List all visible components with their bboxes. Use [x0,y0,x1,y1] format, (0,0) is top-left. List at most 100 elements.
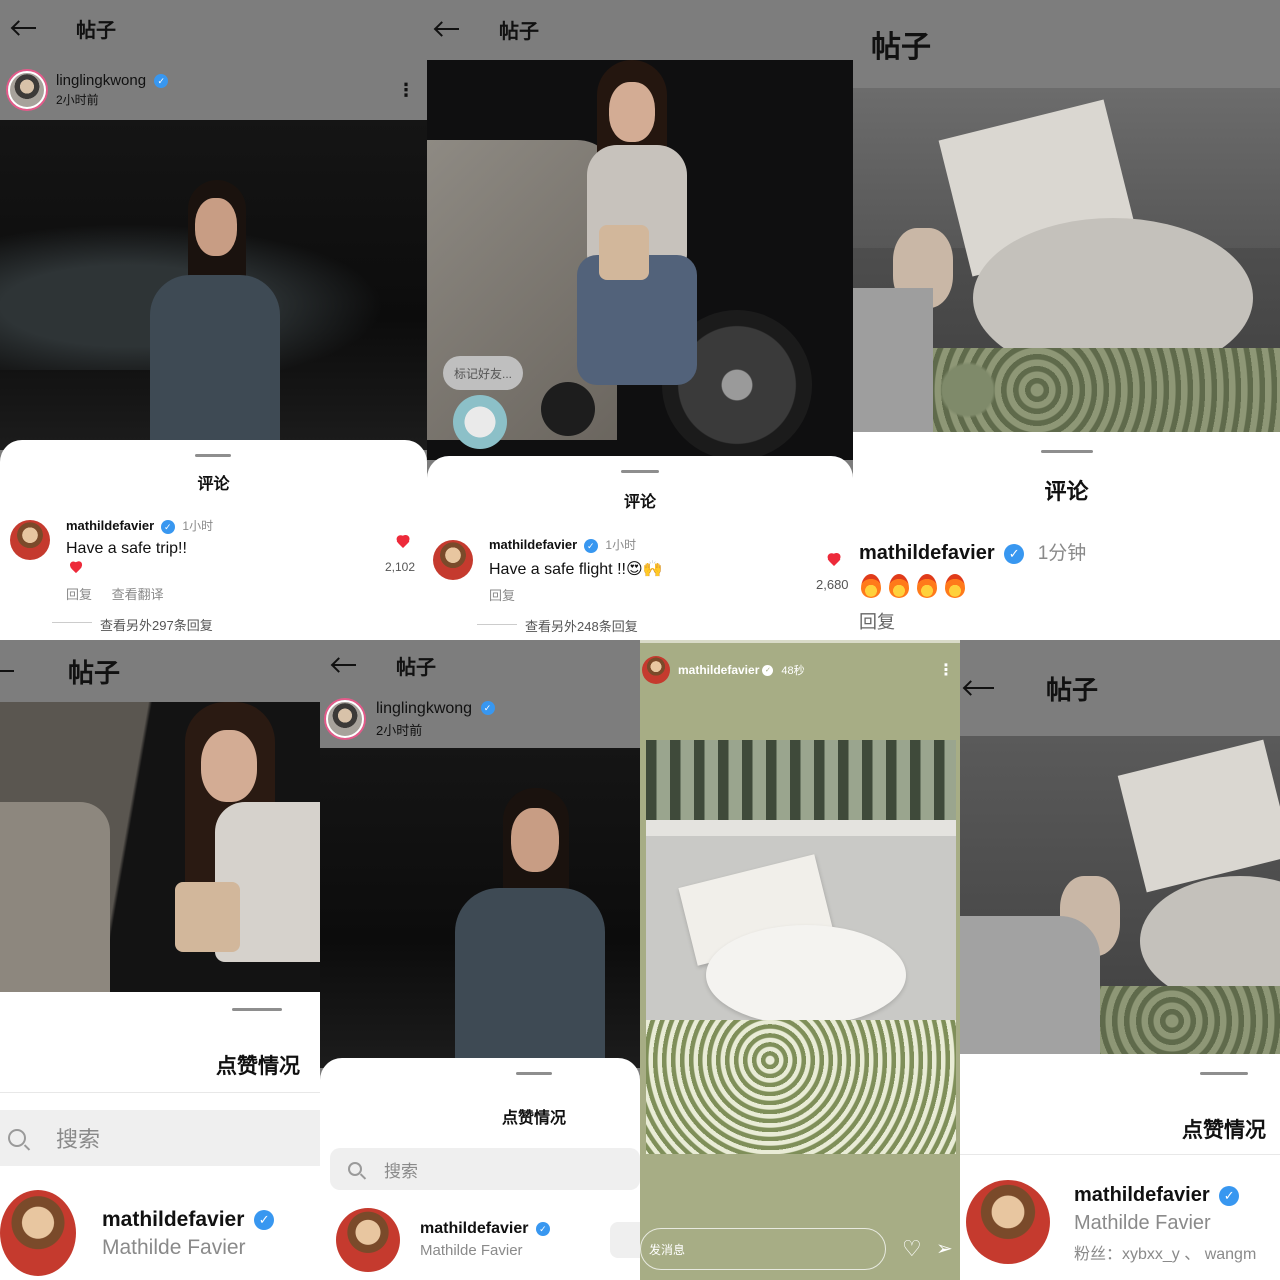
sheet-title: 评论 [197,476,230,493]
page-title: 帖子 [1046,674,1099,705]
liker-avatar[interactable] [336,1208,400,1272]
username[interactable]: linglingkwong [56,72,146,89]
commenter-avatar[interactable] [433,540,473,580]
likes-sheet: 点赞情况 mathildefavier ✓ Mathilde Favier 粉丝… [960,1054,1280,1280]
comments-sheet: 评论 mathildefavier ✓ 1分钟 回复 [853,432,1280,640]
verified-badge-icon: ✓ [154,74,169,89]
sheet-title: 点赞情况 [502,1110,567,1127]
tagged-avatar[interactable] [453,395,507,449]
reply-button[interactable]: 回复 [489,585,515,604]
send-icon[interactable]: ➢ [936,1236,953,1261]
verified-badge-icon: ✓ [762,664,774,676]
comment-like-heart-icon[interactable] [825,554,843,569]
search-placeholder: 搜索 [56,1127,101,1152]
page-title: 帖子 [396,656,436,679]
fire-emoji [945,574,965,598]
translate-button[interactable]: 查看翻译 [112,587,164,602]
story-photo [646,740,956,1154]
post-photo: 标记好友... [427,60,853,460]
story-time: 48秒 [781,665,805,677]
comment-time: 1小时 [182,519,214,533]
commenter-username[interactable]: mathildefavier [66,518,154,533]
tagged-avatar[interactable] [541,382,595,436]
back-arrow-icon[interactable] [435,21,459,37]
post-photo [320,748,640,1068]
heart-emoji [68,562,84,576]
search-input[interactable]: 搜索 [0,1110,320,1166]
panel-post-likes-2: 帖子 linglingkwong ✓ 2小时前 点赞情况 搜索 mathilde… [320,640,640,1280]
story-avatar[interactable] [642,656,670,684]
verified-badge-icon: ✓ [583,538,598,553]
avatar[interactable] [8,71,46,109]
panel-post-comments-3: 帖子 评论 mathildefavier ✓ 1分钟 回复 [853,0,1280,640]
likes-sheet: 点赞情况 搜索 mathildefavier ✓ Mathilde Favier [320,1058,640,1280]
liker-username[interactable]: mathildefavier [1074,1184,1210,1206]
post-photo [0,702,320,992]
story-header: mathildefavier ✓ 48秒 ⋮ [640,652,960,688]
sheet-title: 点赞情况 [216,1055,300,1078]
liker-fullname: Mathilde Favier [102,1236,246,1259]
message-input[interactable]: 发消息 [640,1228,886,1270]
fire-emoji [889,574,909,598]
sheet-handle[interactable] [1200,1072,1248,1075]
verified-badge-icon: ✓ [254,1210,275,1231]
panel-post-comments-2: 帖子 标记好友... 评论 mathildefavier ✓ 1小时 Have … [427,0,853,640]
liker-avatar[interactable] [0,1190,76,1276]
username[interactable]: linglingkwong [376,700,472,717]
page-title: 帖子 [68,657,121,688]
post-photo [0,120,427,450]
tag-friends-bubble[interactable]: 标记好友... [443,356,523,390]
search-placeholder: 搜索 [384,1161,418,1181]
heart-outline-icon[interactable]: ♡ [902,1236,922,1262]
back-arrow-icon[interactable] [12,20,36,36]
comment-time: 1分钟 [1037,543,1087,564]
liker-avatar[interactable] [966,1180,1050,1264]
reply-button[interactable]: 回复 [859,608,895,634]
story-username[interactable]: mathildefavier [678,663,759,677]
comment-time: 1小时 [605,538,637,552]
post-photo [853,88,1280,432]
comment-like-count: 2,102 [385,560,416,574]
sheet-handle[interactable] [516,1072,552,1075]
more-options-icon[interactable]: ⋮ [938,660,954,680]
liker-username[interactable]: mathildefavier [420,1220,528,1237]
sheet-title: 评论 [1044,479,1089,504]
avatar[interactable] [326,700,364,738]
sheet-handle[interactable] [1041,450,1093,453]
comment-text: Have a safe trip!! [66,540,187,557]
panel-story: mathildefavier ✓ 48秒 ⋮ 发消息 ♡ ➢ [640,640,960,1280]
search-input[interactable]: 搜索 [330,1148,640,1190]
sheet-handle[interactable] [232,1008,282,1011]
fire-emoji [861,574,881,598]
verified-badge-icon: ✓ [160,519,175,534]
like-heart-icon[interactable] [394,536,412,551]
post-photo [960,736,1280,1056]
page-title: 帖子 [871,31,931,64]
verified-badge-icon: ✓ [1219,1185,1240,1206]
verified-badge-icon: ✓ [1004,543,1025,564]
back-arrow-icon[interactable] [964,679,994,697]
back-arrow-icon[interactable] [332,657,356,673]
sheet-handle[interactable] [621,470,659,473]
liker-username[interactable]: mathildefavier [102,1208,244,1231]
fire-emoji [917,574,937,598]
commenter-username[interactable]: mathildefavier [859,542,995,564]
post-time: 2小时前 [56,93,99,107]
comment-like-count: 2,680 [816,577,849,592]
view-more-replies[interactable]: 查看另外248条回复 [525,616,638,635]
post-header: linglingkwong ✓ 2小时前 ⋮ [0,62,427,118]
page-title: 帖子 [76,19,116,42]
reply-button[interactable]: 回复 [66,587,92,602]
sheet-handle[interactable] [195,454,231,457]
commenter-avatar[interactable] [10,520,50,560]
verified-badge-icon: ✓ [480,701,495,716]
follow-button[interactable] [610,1222,640,1258]
commenter-username[interactable]: mathildefavier [489,537,577,552]
post-header: linglingkwong ✓ 2小时前 [320,692,640,746]
more-options-icon[interactable]: ⋮ [397,81,415,99]
panel-post-likes-1: 帖子 点赞情况 搜索 mathildefavier ✓ Mathilde Fav… [0,640,320,1280]
liker-fullname: Mathilde Favier [1074,1212,1211,1234]
view-more-replies[interactable]: 查看另外297条回复 [100,615,213,634]
verified-badge-icon: ✓ [535,1221,550,1236]
comments-sheet: 评论 mathildefavier ✓ 1小时 Have a safe flig… [427,456,853,640]
